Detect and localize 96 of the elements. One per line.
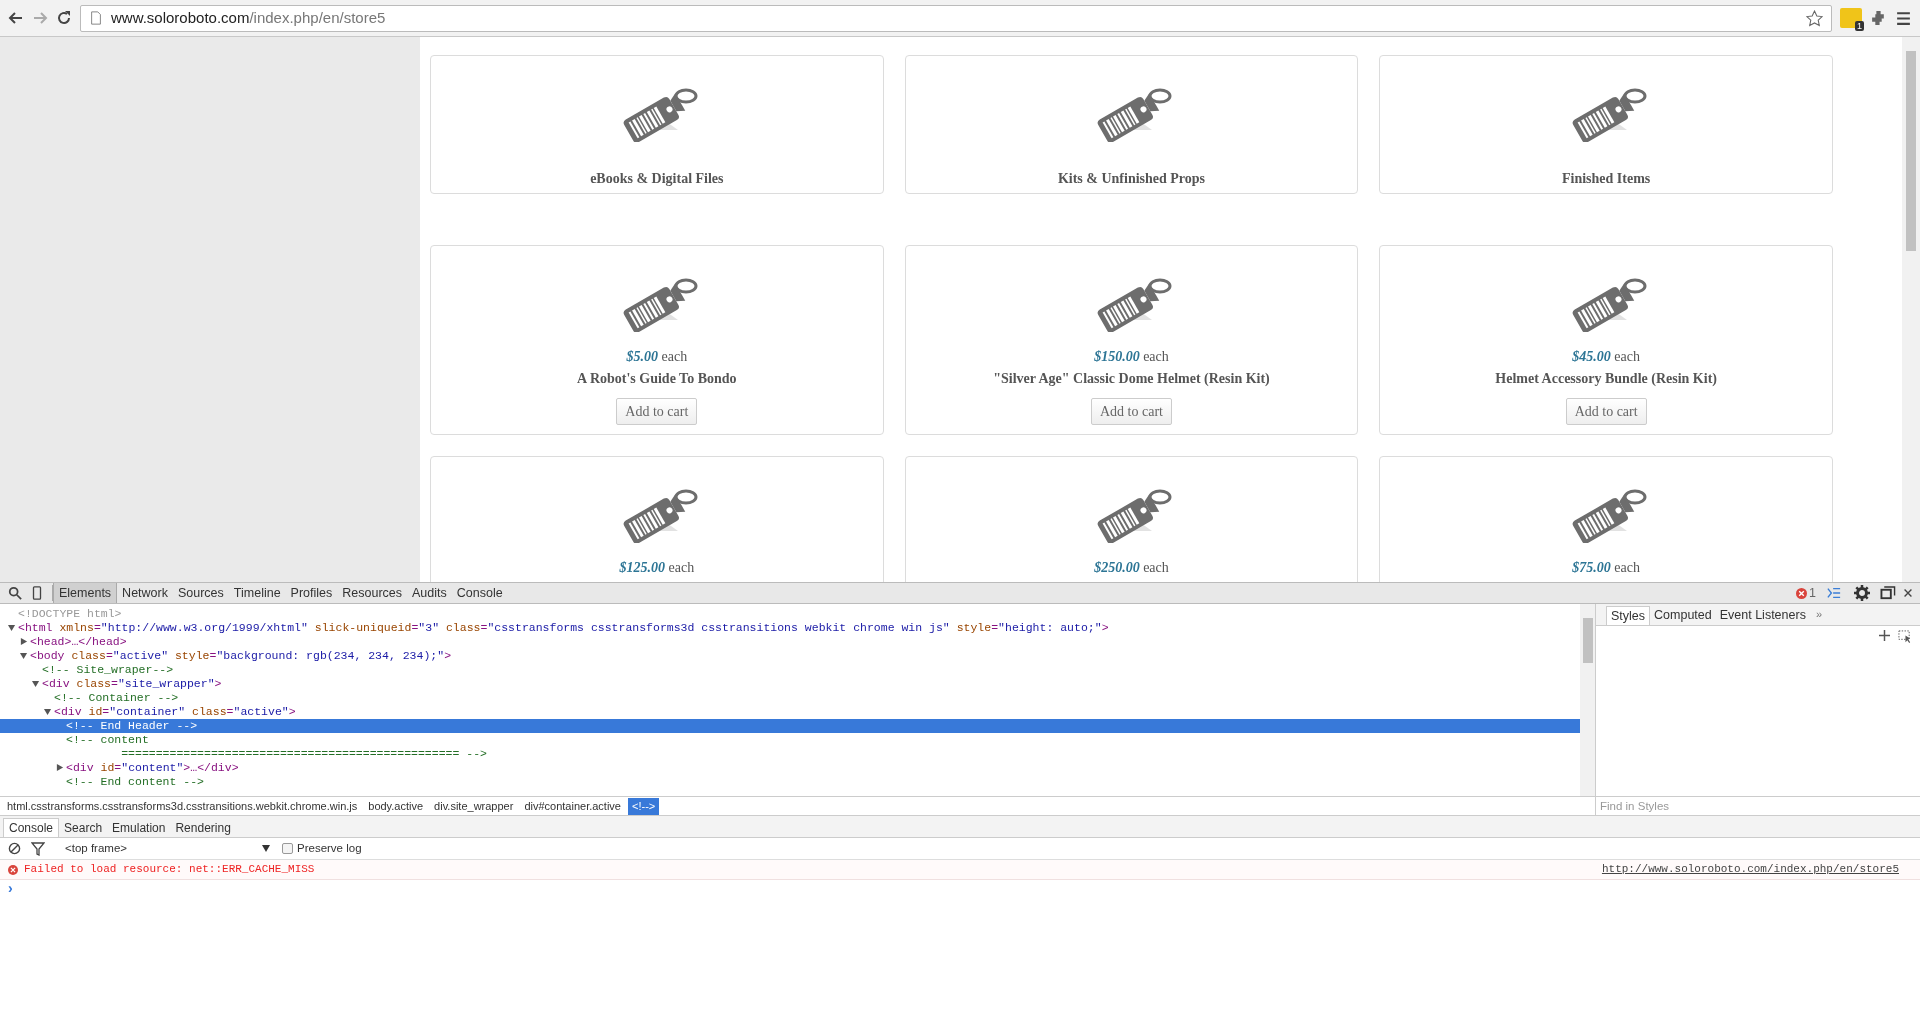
more-tabs-button[interactable]: » [1809,606,1829,625]
drawer-tab[interactable]: Console [3,818,60,837]
expanded-triangle-icon[interactable] [8,624,16,632]
star-icon[interactable] [1806,9,1823,27]
product-card[interactable]: $75.00 each [1379,456,1833,582]
category-label: Kits & Unfinished Props [1057,170,1206,188]
drawer-tab[interactable]: Emulation [107,818,171,837]
drawer-tab[interactable]: Search [59,818,108,837]
dropdown-arrow-icon [262,845,270,852]
dom-node[interactable]: <div class="site_wrapper"> [0,677,1580,691]
product-name: Helmet Accessory Bundle (Resin Kit) [1495,370,1717,388]
styles-tab[interactable]: Computed [1650,606,1716,625]
element-state-icon[interactable] [1898,630,1912,644]
dom-node[interactable]: <head>…</head> [0,635,1580,649]
add-to-cart-button[interactable]: Add to cart [1565,398,1647,425]
device-mode-icon[interactable] [30,586,44,600]
error-icon [8,864,18,875]
collapsed-triangle-icon[interactable] [20,638,28,646]
close-icon[interactable] [1902,587,1914,599]
price-text: $45.00 each [1572,348,1640,366]
clear-console-icon[interactable] [8,842,21,855]
dom-node-selected[interactable]: <!-- End Header --> [0,719,1580,733]
category-card[interactable]: eBooks & Digital Files [430,55,884,194]
category-label: Finished Items [1562,170,1651,188]
error-message: Failed to load resource: net::ERR_CACHE_MISS [24,862,316,878]
product-card[interactable]: $150.00 each "Silver Age" Classic Dome Helmet (Resin Kit) Add to cart [904,245,1359,435]
page-icon [89,11,103,25]
add-rule-icon[interactable] [1879,630,1890,641]
scrollbar[interactable] [1580,604,1595,796]
expanded-triangle-icon[interactable] [32,680,40,688]
add-to-cart-button[interactable]: Add to cart [1091,398,1172,425]
address-bar[interactable]: www.soloroboto.com/index.php/en/store5 [80,4,1832,32]
scrollbar[interactable] [1902,37,1920,582]
error-icon [1796,587,1808,599]
scrollbar-thumb[interactable] [1582,618,1593,663]
extension-badge: 1 [1855,21,1864,31]
add-to-cart-button[interactable]: Add to cart [616,398,698,425]
error-count[interactable]: 1 [1796,583,1816,603]
collapsed-triangle-icon[interactable] [56,764,64,772]
price-text: $5.00 each [626,348,688,366]
drawer-tab[interactable]: Rendering [170,818,236,837]
frame-dropdown[interactable]: <top frame> [65,839,270,858]
scrollbar-thumb[interactable] [1906,51,1916,251]
expanded-triangle-icon[interactable] [20,652,28,660]
dom-node[interactable]: <!-- Container --> [0,691,1580,705]
breadcrumb[interactable]: div#container.active [520,797,625,815]
puzzle-icon[interactable] [1870,9,1887,27]
devtools-tab[interactable]: Profiles [285,583,338,603]
product-card[interactable]: $5.00 each A Robot's Guide To Bondo Add to cart [430,245,884,435]
filter-icon[interactable] [31,841,45,856]
breadcrumb[interactable]: div.site_wrapper [430,797,518,815]
devtools-tab[interactable]: Elements [53,583,118,603]
category-card[interactable]: Finished Items [1379,55,1833,194]
price-text: $150.00 each [1094,348,1169,366]
dom-node[interactable]: <html xmlns="http://www.w3.org/1999/xhtml" slick-uniqueid="3" class="csstransforms csstransforms3d csstransitions webkit chrome win js" style="height: auto;"> [0,621,1580,635]
dom-node[interactable]: <!-- Site_wraper--> [0,663,1580,677]
product-card[interactable]: $125.00 each [430,456,884,582]
price-text: $125.00 each [619,559,695,577]
extension-icon[interactable]: 1 [1840,8,1862,28]
category-label: eBooks & Digital Files [590,170,724,188]
console-prompt[interactable]: › [0,880,1920,896]
expanded-triangle-icon[interactable] [44,708,52,716]
dom-node[interactable]: <body class="active" style="background: rgb(234, 234, 234);"> [0,649,1580,663]
preserve-log-checkbox[interactable]: Preserve log [282,839,362,858]
devtools-tab[interactable]: Timeline [228,583,286,603]
breadcrumb[interactable]: html.csstransforms.csstransforms3d.csstransitions.webkit.chrome.win.js [3,797,362,815]
dom-node[interactable]: <!-- content ================================================= --> [0,733,1580,761]
find-in-styles-field[interactable]: Find in Styles [1596,796,1920,815]
category-card[interactable]: Kits & Unfinished Props [904,55,1359,194]
settings-icon[interactable] [1854,585,1870,601]
price-text: $250.00 each [1094,559,1169,577]
product-name: "Silver Age" Classic Dome Helmet (Resin Kit) [993,370,1270,388]
price-text: $75.00 each [1572,559,1640,577]
dom-node[interactable]: <div id="content">…</div> [0,761,1580,775]
breadcrumb[interactable]: body.active [364,797,428,815]
reload-icon[interactable] [56,10,72,26]
devtools-tab[interactable]: Sources [172,583,229,603]
dom-node[interactable]: <!-- End content --> [0,775,1580,789]
devtools-tab[interactable]: Network [117,583,173,603]
url-text: www.soloroboto.com/index.php/en/store5 [111,7,386,28]
product-card[interactable]: $250.00 each [904,456,1359,582]
styles-tab[interactable]: Styles [1606,606,1651,625]
styles-tab[interactable]: Event Listeners [1715,606,1810,625]
devtools-tab[interactable]: Resources [337,583,408,603]
product-name: A Robot's Guide To Bondo [577,370,737,388]
devtools-tab[interactable]: Console [451,583,508,603]
devtools-tab[interactable]: Audits [407,583,452,603]
dock-icon[interactable] [1880,585,1896,601]
menu-icon[interactable] [1895,9,1912,27]
dom-node[interactable]: <div id="container" class="active"> [0,705,1580,719]
source-link[interactable]: http://www.soloroboto.com/index.php/en/store5 [1601,861,1899,878]
back-icon[interactable] [8,10,24,26]
console-drawer-icon[interactable] [1826,586,1842,600]
product-card[interactable]: $45.00 each Helmet Accessory Bundle (Resin Kit) Add to cart [1379,245,1833,435]
inspect-search-icon[interactable] [8,586,22,600]
breadcrumb[interactable]: <!--> [628,797,660,815]
